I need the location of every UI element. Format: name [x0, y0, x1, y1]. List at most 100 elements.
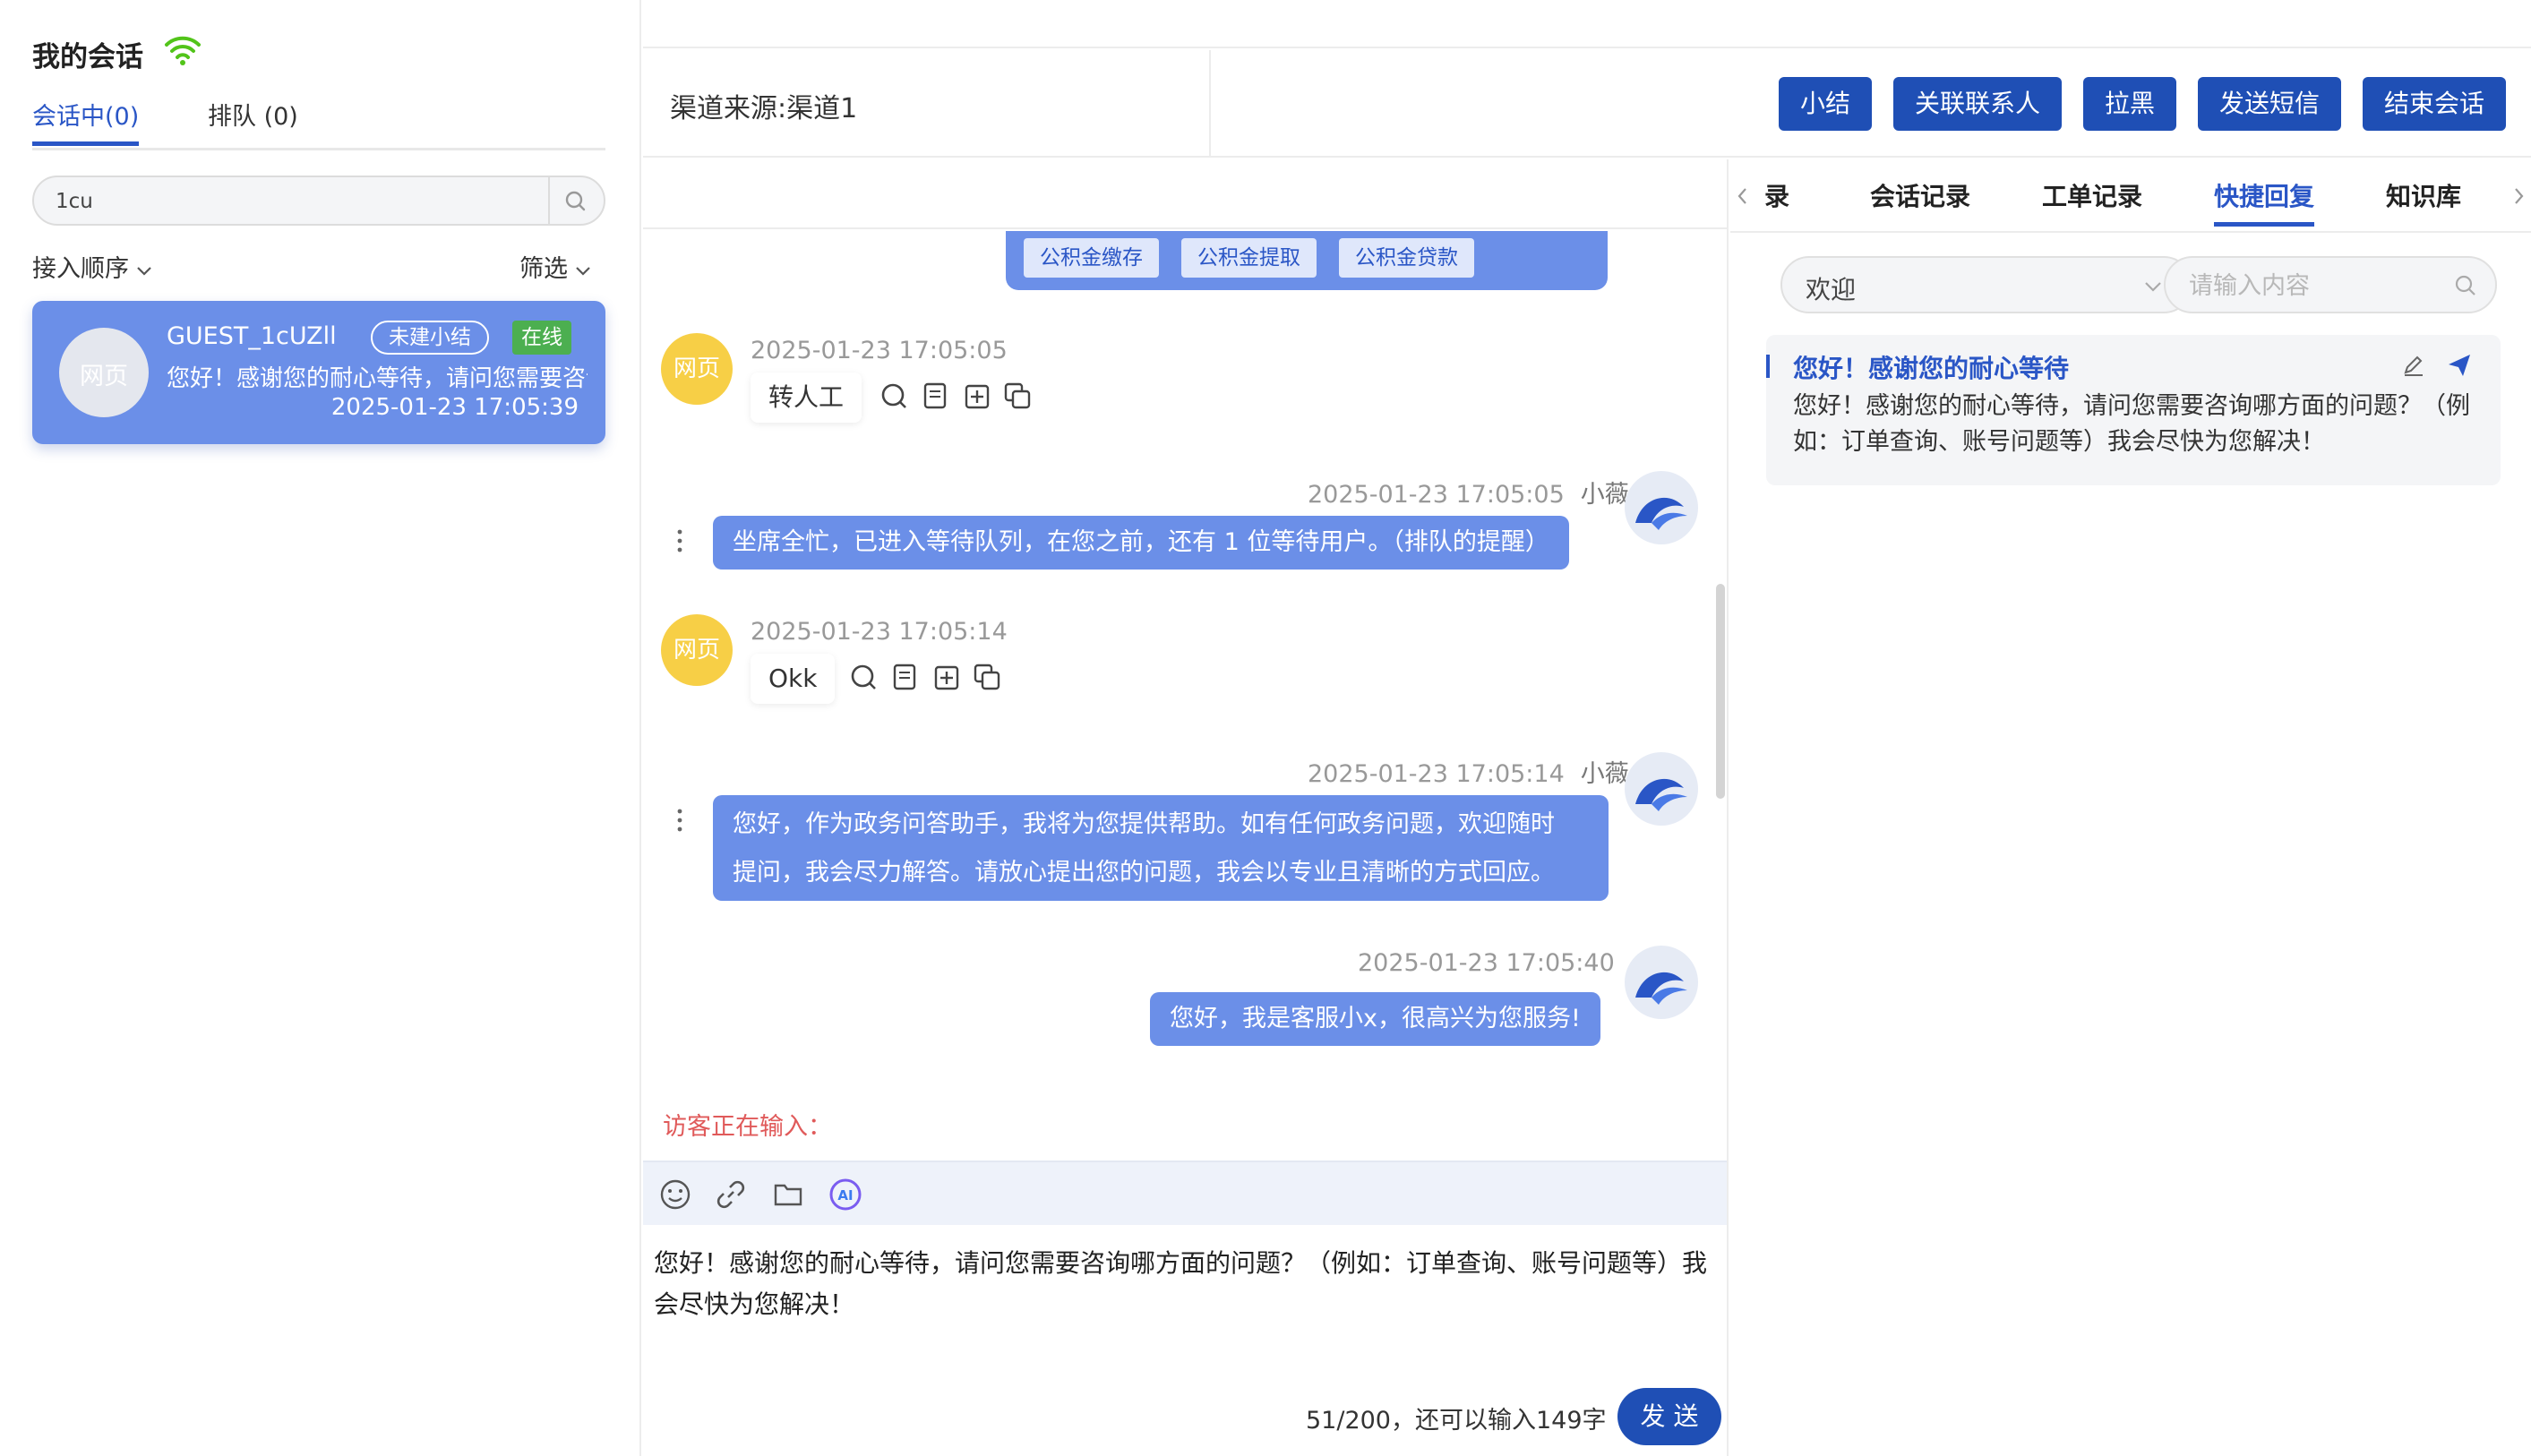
reply-title: 您好！感谢您的耐心等待 — [1793, 354, 2070, 383]
category-select[interactable]: 欢迎 — [1780, 256, 2192, 313]
tab-knowledge-base[interactable]: 知识库 — [2386, 177, 2461, 213]
folder-icon[interactable] — [770, 1177, 806, 1212]
search-icon[interactable] — [561, 186, 591, 217]
chat-scrollbar[interactable] — [1716, 584, 1725, 799]
quick-reply-search — [2164, 256, 2497, 313]
quick-reply-item[interactable]: 您好！感谢您的耐心等待 您好！感谢您的耐心等待，请问您需要咨询哪方面的问题？（例… — [1766, 335, 2501, 485]
chat-strip — [643, 159, 1727, 229]
chevron-right-icon[interactable] — [2511, 184, 2527, 208]
quick-reply-search-input[interactable] — [2189, 270, 2440, 301]
note-icon[interactable] — [888, 661, 921, 693]
agent-message: 您好，我是客服小x，很高兴为您服务! — [1150, 992, 1600, 1046]
message-time: 2025-01-23 17:05:05 — [751, 337, 1008, 364]
search-icon[interactable] — [878, 380, 910, 412]
visitor-avatar: 网页 — [661, 614, 733, 686]
message-time: 2025-01-23 17:05:14 — [751, 618, 1008, 646]
send-button[interactable]: 发 送 — [1617, 1388, 1721, 1445]
agent-message: 坐席全忙，已进入等待队列，在您之前，还有 1 位等待用户。（排队的提醒） — [713, 516, 1569, 570]
message-tools — [878, 380, 1042, 415]
session-card[interactable]: 网页 GUEST_1cUZll 未建小结 在线 您好！感谢您的耐心等待，请问您需… — [32, 301, 605, 444]
session-tabs: 会话中(0) 排队 (0) — [32, 97, 605, 150]
chip-housing-fund-withdraw[interactable]: 公积金提取 — [1181, 238, 1317, 278]
channel-source: 渠道来源:渠道1 — [670, 93, 858, 124]
tab-session-records[interactable]: 会话记录 — [1870, 177, 1970, 213]
visitor-message: 转人工 — [751, 373, 862, 423]
add-note-icon[interactable] — [930, 661, 962, 693]
status-badge: 在线 — [512, 321, 571, 355]
sender-name: 小薇 — [1580, 481, 1629, 509]
blacklist-button[interactable]: 拉黑 — [2083, 77, 2177, 131]
copy-icon[interactable] — [1001, 380, 1034, 412]
note-icon[interactable] — [919, 380, 951, 412]
side-tabs: 录 会话记录 工单记录 快捷回复 知识库 — [1730, 159, 2531, 233]
ai-icon[interactable]: AI — [828, 1177, 863, 1212]
message-time: 2025-01-23 17:05:40 — [1358, 949, 1615, 977]
more-icon[interactable] — [675, 804, 684, 836]
bird-logo-icon — [1635, 778, 1687, 811]
top-strip — [643, 0, 2531, 48]
sender-name: 小薇 — [1580, 760, 1629, 788]
link-contact-button[interactable]: 关联联系人 — [1893, 77, 2063, 131]
link-icon[interactable] — [713, 1177, 749, 1212]
copy-icon[interactable] — [971, 661, 1003, 693]
session-search — [32, 176, 605, 226]
wifi-icon — [165, 36, 201, 65]
side-panel: 录 会话记录 工单记录 快捷回复 知识库 欢迎 您好！感谢您的耐心等待 您好！感… — [1730, 159, 2531, 1456]
bot-avatar — [1625, 471, 1698, 544]
sidebar-title: 我的会话 — [32, 41, 143, 73]
order-label: 接入顺序 — [32, 255, 129, 283]
bot-avatar — [1625, 946, 1698, 1019]
session-search-input[interactable] — [56, 188, 539, 215]
message-time: 2025-01-23 17:05:14 小薇 — [1308, 760, 1629, 788]
summary-button[interactable]: 小结 — [1779, 77, 1873, 131]
add-note-icon[interactable] — [960, 380, 992, 412]
visitor-avatar: 网页 — [661, 333, 733, 405]
message-tools — [847, 661, 1012, 697]
agent-message: 您好，作为政务问答助手，我将为您提供帮助。如有任何政务问题，欢迎随时 提问，我会… — [713, 795, 1609, 901]
reply-marker — [1766, 355, 1770, 378]
avatar: 网页 — [59, 328, 149, 417]
channel-bar: 渠道来源:渠道1 小结 关联联系人 拉黑 发送短信 结束会话 — [643, 50, 2531, 158]
session-sidebar: 我的会话 会话中(0) 排队 (0) 接入顺序 筛选 网页 G — [0, 0, 641, 1456]
bird-logo-icon — [1635, 972, 1687, 1005]
chip-housing-fund-deposit[interactable]: 公积金缴存 — [1024, 238, 1159, 278]
bot-avatar — [1625, 752, 1698, 826]
more-icon[interactable] — [675, 525, 684, 557]
tab-queue[interactable]: 排队 (0) — [208, 97, 298, 146]
message-time: 2025-01-23 17:05:05 小薇 — [1308, 481, 1629, 509]
svg-text:AI: AI — [837, 1187, 853, 1203]
tab-ticket-records[interactable]: 工单记录 — [2042, 177, 2142, 213]
bird-logo-icon — [1635, 497, 1687, 530]
char-counter: 51/200，还可以输入149字 — [1306, 1407, 1607, 1435]
edit-icon[interactable] — [2400, 351, 2427, 378]
session-name: GUEST_1cUZll — [167, 322, 337, 350]
tab-records[interactable]: 录 — [1764, 177, 1789, 213]
end-session-button[interactable]: 结束会话 — [2363, 77, 2507, 131]
smile-icon[interactable] — [657, 1177, 693, 1212]
filter-dropdown[interactable]: 筛选 — [519, 249, 593, 284]
app-root: 我的会话 会话中(0) 排队 (0) 接入顺序 筛选 网页 G — [0, 0, 2531, 1456]
visitor-message: Okk — [751, 654, 836, 704]
typing-indicator: 访客正在输入： — [663, 1113, 832, 1141]
reply-body: 您好！感谢您的耐心等待，请问您需要咨询哪方面的问题？（例如：订单查询、账号问题等… — [1793, 392, 2470, 456]
filter-label: 筛选 — [519, 255, 568, 283]
tab-in-session[interactable]: 会话中(0) — [32, 97, 140, 146]
order-dropdown[interactable]: 接入顺序 — [32, 249, 154, 284]
tab-quick-reply[interactable]: 快捷回复 — [2214, 177, 2315, 227]
session-time: 2025-01-23 17:05:39 — [330, 394, 579, 421]
summary-badge: 未建小结 — [371, 321, 489, 355]
chip-housing-fund-loan[interactable]: 公积金贷款 — [1339, 238, 1474, 278]
message-composer[interactable]: 您好！感谢您的耐心等待，请问您需要咨询哪方面的问题？（例如：订单查询、账号问题等… — [654, 1243, 1711, 1341]
header-divider — [1209, 50, 1211, 156]
chevron-left-icon[interactable] — [1734, 184, 1750, 208]
chevron-down-icon — [576, 266, 590, 276]
composer-toolbar: AI — [643, 1161, 1727, 1225]
chat-panel: 公积金缴存 公积金提取 公积金贷款 网页 2025-01-23 17:05:05… — [643, 159, 1729, 1456]
session-preview: 您好！感谢您的耐心等待，请问您需要咨询哪方面的问题？ — [167, 365, 588, 392]
search-divider — [548, 177, 550, 224]
chevron-down-icon — [2145, 282, 2161, 292]
search-icon[interactable] — [847, 661, 879, 693]
send-sms-button[interactable]: 发送短信 — [2198, 77, 2342, 131]
send-icon[interactable] — [2445, 351, 2474, 380]
search-icon[interactable] — [2452, 272, 2479, 299]
